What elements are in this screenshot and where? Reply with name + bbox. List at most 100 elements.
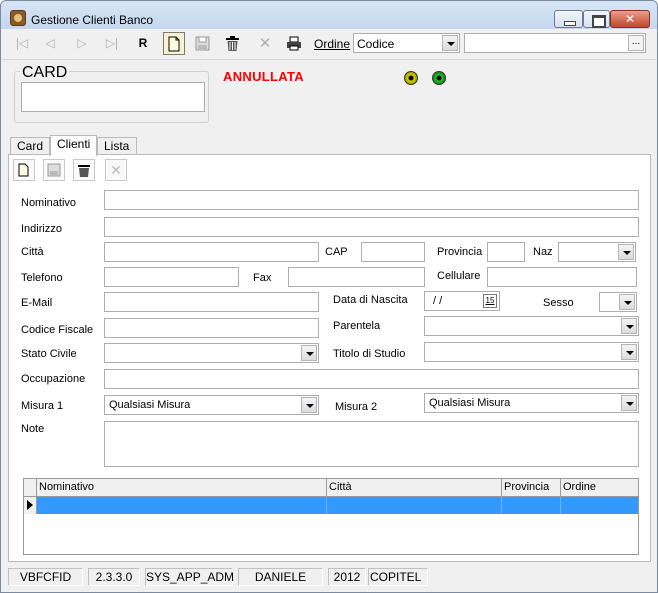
nominativo-field[interactable] <box>104 190 639 210</box>
chevron-down-icon[interactable] <box>301 345 317 361</box>
maximize-button[interactable] <box>583 10 610 28</box>
status-company: COPITEL <box>368 568 428 586</box>
sesso-select[interactable] <box>599 292 637 312</box>
browse-button[interactable]: ... <box>628 35 644 51</box>
naz-label: Naz <box>533 246 553 258</box>
ordine-value: Codice <box>357 37 395 51</box>
indirizzo-label: Indirizzo <box>21 223 62 235</box>
data-nascita-label: Data di Nascita <box>333 294 408 306</box>
save-client-icon[interactable] <box>43 159 65 181</box>
sesso-label: Sesso <box>543 297 574 309</box>
cancel-icon[interactable]: ✕ <box>254 32 276 55</box>
ordine-select[interactable]: Codice <box>353 33 460 53</box>
telefono-field[interactable] <box>104 267 239 287</box>
occupazione-field[interactable] <box>104 369 639 389</box>
new-client-icon[interactable] <box>13 159 35 181</box>
column-header-provincia[interactable]: Provincia <box>502 479 561 496</box>
ordine-label: Ordine <box>314 37 351 51</box>
misura1-value: Qualsiasi Misura <box>109 399 191 411</box>
column-header-citta[interactable]: Città <box>327 479 502 496</box>
column-header-ordine[interactable]: Ordine <box>561 479 638 496</box>
indirizzo-field[interactable] <box>104 217 639 237</box>
title-bar[interactable]: Gestione Clienti Banco <box>1 1 657 29</box>
save-icon[interactable] <box>191 32 213 55</box>
first-record-icon[interactable]: |◁ <box>11 32 33 55</box>
print-icon[interactable] <box>283 32 305 55</box>
titolo-studio-label: Titolo di Studio <box>333 348 406 360</box>
citta-label: Città <box>21 246 44 258</box>
misura2-label: Misura 2 <box>335 401 378 413</box>
fax-field[interactable] <box>288 267 425 287</box>
parentela-select[interactable] <box>424 316 639 336</box>
trash-icon[interactable] <box>221 32 243 55</box>
grid-corner <box>24 479 37 496</box>
stato-civile-select[interactable] <box>104 343 319 363</box>
table-cell[interactable] <box>561 497 638 514</box>
previous-record-icon[interactable]: ◁ <box>39 32 61 55</box>
chevron-down-icon[interactable] <box>301 397 317 413</box>
status-year: 2012 <box>328 568 366 586</box>
tab-clienti[interactable]: Clienti <box>50 135 97 156</box>
nominativo-label: Nominativo <box>21 197 77 209</box>
card-input[interactable] <box>21 82 205 112</box>
tab-card[interactable]: Card <box>10 137 50 155</box>
naz-select[interactable] <box>558 242 636 262</box>
cellulare-label: Cellulare <box>437 270 481 282</box>
chevron-down-icon[interactable] <box>618 244 634 260</box>
status-version: 2.3.3.0 <box>88 568 140 586</box>
card-panel: CARD ANNULLATA <box>2 59 656 129</box>
delete-client-icon[interactable] <box>73 159 95 181</box>
note-textarea[interactable] <box>104 421 639 467</box>
cellulare-field[interactable] <box>487 267 637 287</box>
cap-field[interactable] <box>361 242 425 262</box>
provincia-field[interactable] <box>487 242 525 262</box>
app-window: Gestione Clienti Banco |◁ ◁ ▷ ▷| R ✕ Ord… <box>0 0 658 593</box>
next-record-icon[interactable]: ▷ <box>71 32 93 55</box>
telefono-label: Telefono <box>21 272 63 284</box>
misura2-select[interactable]: Qualsiasi Misura <box>424 393 639 413</box>
misura2-value: Qualsiasi Misura <box>429 397 511 409</box>
clienti-tab-page: ✕ Nominativo Indirizzo Città CAP Provinc… <box>8 154 651 562</box>
email-field[interactable] <box>104 292 319 312</box>
status-user-role: SYS_APP_ADM <box>145 568 235 586</box>
card-legend: CARD <box>20 64 70 82</box>
calendar-icon[interactable]: 15 <box>483 294 497 308</box>
search-input[interactable]: ... <box>464 33 646 53</box>
fax-label: Fax <box>253 272 272 284</box>
yellow-led-icon <box>404 71 418 85</box>
table-cell[interactable] <box>502 497 561 514</box>
refresh-button[interactable]: R <box>132 32 154 55</box>
chevron-down-icon[interactable] <box>621 318 637 334</box>
chevron-down-icon[interactable] <box>619 294 635 310</box>
column-header-nominativo[interactable]: Nominativo <box>37 479 327 496</box>
window-title: Gestione Clienti Banco <box>31 13 154 27</box>
chevron-down-icon[interactable] <box>621 395 637 411</box>
codice-fiscale-label: Codice Fiscale <box>21 324 94 336</box>
status-user: DANIELE <box>238 568 323 586</box>
close-button[interactable] <box>610 10 650 28</box>
table-row[interactable] <box>24 497 638 514</box>
misura1-select[interactable]: Qualsiasi Misura <box>104 395 319 415</box>
clienti-grid[interactable]: Nominativo Città Provincia Ordine <box>23 478 639 555</box>
stato-civile-label: Stato Civile <box>21 348 77 360</box>
data-nascita-field[interactable]: / / 15 <box>424 291 500 311</box>
chevron-down-icon[interactable] <box>442 35 458 51</box>
note-label: Note <box>21 423 45 435</box>
titolo-studio-select[interactable] <box>424 342 639 362</box>
chevron-down-icon[interactable] <box>621 344 637 360</box>
row-pointer-icon <box>24 497 37 514</box>
occupazione-label: Occupazione <box>21 373 86 385</box>
cancel-client-icon[interactable]: ✕ <box>105 159 127 181</box>
table-cell[interactable] <box>37 497 327 514</box>
tab-lista[interactable]: Lista <box>97 137 137 155</box>
toolbar: |◁ ◁ ▷ ▷| R ✕ Ordine Codice ... <box>8 31 652 57</box>
last-record-icon[interactable]: ▷| <box>101 32 123 55</box>
grid-header: Nominativo Città Provincia Ordine <box>24 479 638 497</box>
citta-field[interactable] <box>104 242 319 262</box>
minimize-button[interactable] <box>554 10 583 28</box>
green-led-icon <box>432 71 446 85</box>
cap-label: CAP <box>325 246 348 258</box>
table-cell[interactable] <box>327 497 502 514</box>
codice-fiscale-field[interactable] <box>104 318 319 338</box>
new-document-icon[interactable] <box>163 32 185 55</box>
